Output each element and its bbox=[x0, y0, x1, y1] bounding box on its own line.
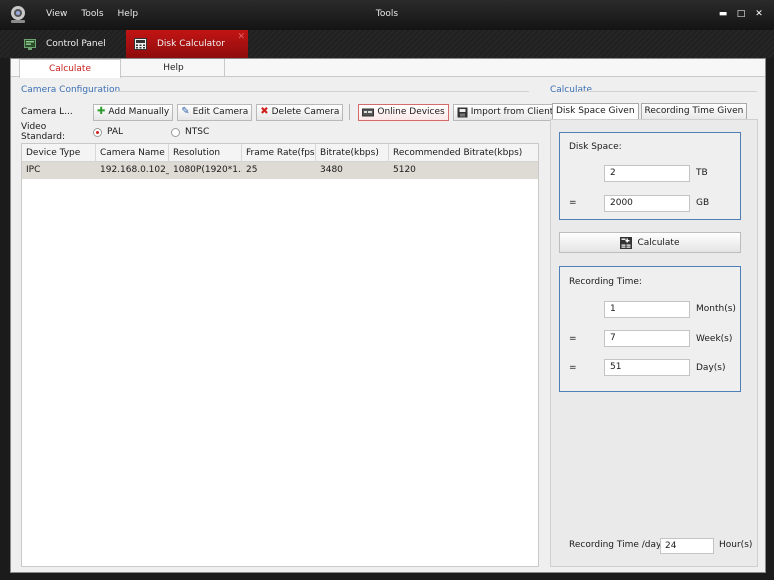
disk-space-gb-input[interactable]: 2000 bbox=[604, 195, 690, 212]
tab-control-panel-label: Control Panel bbox=[46, 39, 106, 49]
import-icon bbox=[457, 107, 468, 117]
close-tab-icon[interactable]: ✕ bbox=[237, 32, 245, 42]
section-divider bbox=[113, 91, 529, 92]
radio-pal-label: PAL bbox=[107, 127, 124, 137]
table-cell: 192.168.0.102_1 bbox=[100, 165, 169, 175]
column-header-camera-name[interactable]: Camera Name bbox=[96, 144, 169, 162]
main-panel: Calculate Help Camera Configuration Came… bbox=[10, 58, 766, 573]
disk-space-tb-input[interactable]: 2 bbox=[604, 165, 690, 182]
sub-tab-bar: Calculate Help bbox=[11, 59, 765, 78]
video-standard-label: Video Standard: bbox=[21, 122, 65, 142]
delete-icon: ✖ bbox=[260, 106, 269, 117]
disk-calculator-icon bbox=[134, 38, 147, 50]
column-header-device-type[interactable]: Device Type bbox=[22, 144, 96, 162]
import-from-client-label: Import from Client bbox=[470, 107, 554, 117]
recording-days-input[interactable]: 51 bbox=[604, 359, 690, 376]
recording-time-group: Recording Time: 1 Month(s) = 7 Week(s) =… bbox=[559, 266, 741, 392]
equals-label: = bbox=[569, 363, 577, 373]
tab-disk-space-given[interactable]: Disk Space Given bbox=[552, 103, 639, 120]
close-icon[interactable]: ✕ bbox=[752, 7, 766, 21]
title-bar: View Tools Help Tools ▬ □ ✕ bbox=[0, 0, 774, 30]
table-header: Device Type Camera Name Resolution Frame… bbox=[22, 144, 538, 162]
minimize-icon[interactable]: ▬ bbox=[716, 7, 730, 21]
calculate-button-label: Calculate bbox=[637, 237, 680, 248]
calculate-title: Calculate bbox=[550, 85, 593, 95]
menu-bar: View Tools Help bbox=[46, 9, 138, 19]
recording-time-title: Recording Time: bbox=[569, 277, 642, 287]
disk-space-title: Disk Space: bbox=[569, 142, 622, 152]
section-divider bbox=[579, 91, 757, 92]
table-cell: IPC bbox=[26, 165, 41, 175]
gb-unit-label: GB bbox=[696, 198, 710, 208]
pencil-icon: ✎ bbox=[181, 106, 190, 117]
camera-list-label: Camera L... bbox=[21, 107, 73, 117]
delete-camera-button[interactable]: ✖ Delete Camera bbox=[256, 103, 344, 121]
radio-pal[interactable] bbox=[93, 127, 102, 137]
menu-help[interactable]: Help bbox=[118, 9, 139, 19]
hours-unit-label: Hour(s) bbox=[719, 540, 753, 550]
table-cell: 5120 bbox=[393, 165, 416, 175]
tb-unit-label: TB bbox=[696, 168, 708, 178]
menu-tools[interactable]: Tools bbox=[81, 9, 103, 19]
column-header-frame-rate[interactable]: Frame Rate(fps) bbox=[242, 144, 316, 162]
camera-configuration-title: Camera Configuration bbox=[21, 85, 121, 95]
table-row[interactable]: IPC 192.168.0.102_1 1080P(1920*1... 25 3… bbox=[22, 162, 538, 179]
app-logo-icon bbox=[11, 6, 25, 23]
add-manually-button[interactable]: ✚ Add Manually bbox=[93, 103, 174, 121]
tab-recording-time-given[interactable]: Recording Time Given bbox=[640, 103, 748, 120]
calculate-button[interactable]: Calculate bbox=[559, 232, 741, 253]
menu-view[interactable]: View bbox=[46, 9, 67, 19]
days-unit-label: Day(s) bbox=[696, 363, 726, 373]
window-controls: ▬ □ ✕ bbox=[716, 7, 766, 21]
camera-table: Device Type Camera Name Resolution Frame… bbox=[21, 143, 539, 567]
months-unit-label: Month(s) bbox=[696, 304, 736, 314]
module-tab-bar: Control Panel Disk Calculator ✕ bbox=[0, 30, 774, 58]
calculator-icon bbox=[620, 236, 633, 249]
tab-control-panel[interactable]: Control Panel bbox=[14, 30, 124, 58]
import-from-client-button[interactable]: Import from Client bbox=[452, 103, 558, 121]
edit-camera-button[interactable]: ✎ Edit Camera bbox=[177, 103, 253, 121]
table-cell: 25 bbox=[246, 165, 258, 175]
disk-space-group: Disk Space: 2 TB = 2000 GB bbox=[559, 132, 741, 220]
recording-months-input[interactable]: 1 bbox=[604, 301, 690, 318]
device-icon bbox=[362, 108, 375, 116]
tab-disk-calculator[interactable]: Disk Calculator ✕ bbox=[126, 30, 248, 58]
tab-help[interactable]: Help bbox=[123, 59, 225, 77]
weeks-unit-label: Week(s) bbox=[696, 334, 733, 344]
equals-label: = bbox=[569, 334, 577, 344]
recording-time-per-day-input[interactable]: 24 bbox=[660, 538, 714, 554]
column-header-recommended-bitrate[interactable]: Recommended Bitrate(kbps) bbox=[389, 144, 538, 162]
camera-toolbar: Camera L... ✚ Add Manually ✎ Edit Camera… bbox=[21, 103, 561, 121]
tab-calculate[interactable]: Calculate bbox=[19, 59, 121, 78]
maximize-icon[interactable]: □ bbox=[734, 7, 748, 21]
calculate-area: Disk Space: 2 TB = 2000 GB Calculate Rec… bbox=[550, 119, 758, 567]
online-devices-label: Online Devices bbox=[377, 107, 445, 117]
plus-icon: ✚ bbox=[97, 106, 106, 117]
equals-label: = bbox=[569, 198, 577, 208]
toolbar-separator bbox=[349, 104, 351, 120]
online-devices-button[interactable]: Online Devices bbox=[358, 103, 449, 121]
add-manually-label: Add Manually bbox=[108, 107, 170, 117]
delete-camera-label: Delete Camera bbox=[271, 107, 340, 117]
tab-disk-calculator-label: Disk Calculator bbox=[157, 39, 225, 49]
recording-weeks-input[interactable]: 7 bbox=[604, 330, 690, 347]
calculate-tabs: Disk Space Given Recording Time Given bbox=[552, 103, 749, 120]
radio-ntsc[interactable] bbox=[171, 127, 180, 137]
recording-time-per-day-label: Recording Time /day: bbox=[569, 540, 664, 550]
table-cell: 1080P(1920*1... bbox=[173, 165, 242, 175]
column-header-bitrate[interactable]: Bitrate(kbps) bbox=[316, 144, 389, 162]
table-cell: 3480 bbox=[320, 165, 343, 175]
column-header-resolution[interactable]: Resolution bbox=[169, 144, 242, 162]
monitor-icon bbox=[24, 38, 36, 50]
edit-camera-label: Edit Camera bbox=[192, 107, 249, 117]
video-standard-row: Video Standard: PAL NTSC bbox=[21, 122, 210, 142]
recording-time-per-day-row: Recording Time /day: 24 Hour(s) bbox=[559, 538, 755, 555]
radio-ntsc-label: NTSC bbox=[185, 127, 210, 137]
